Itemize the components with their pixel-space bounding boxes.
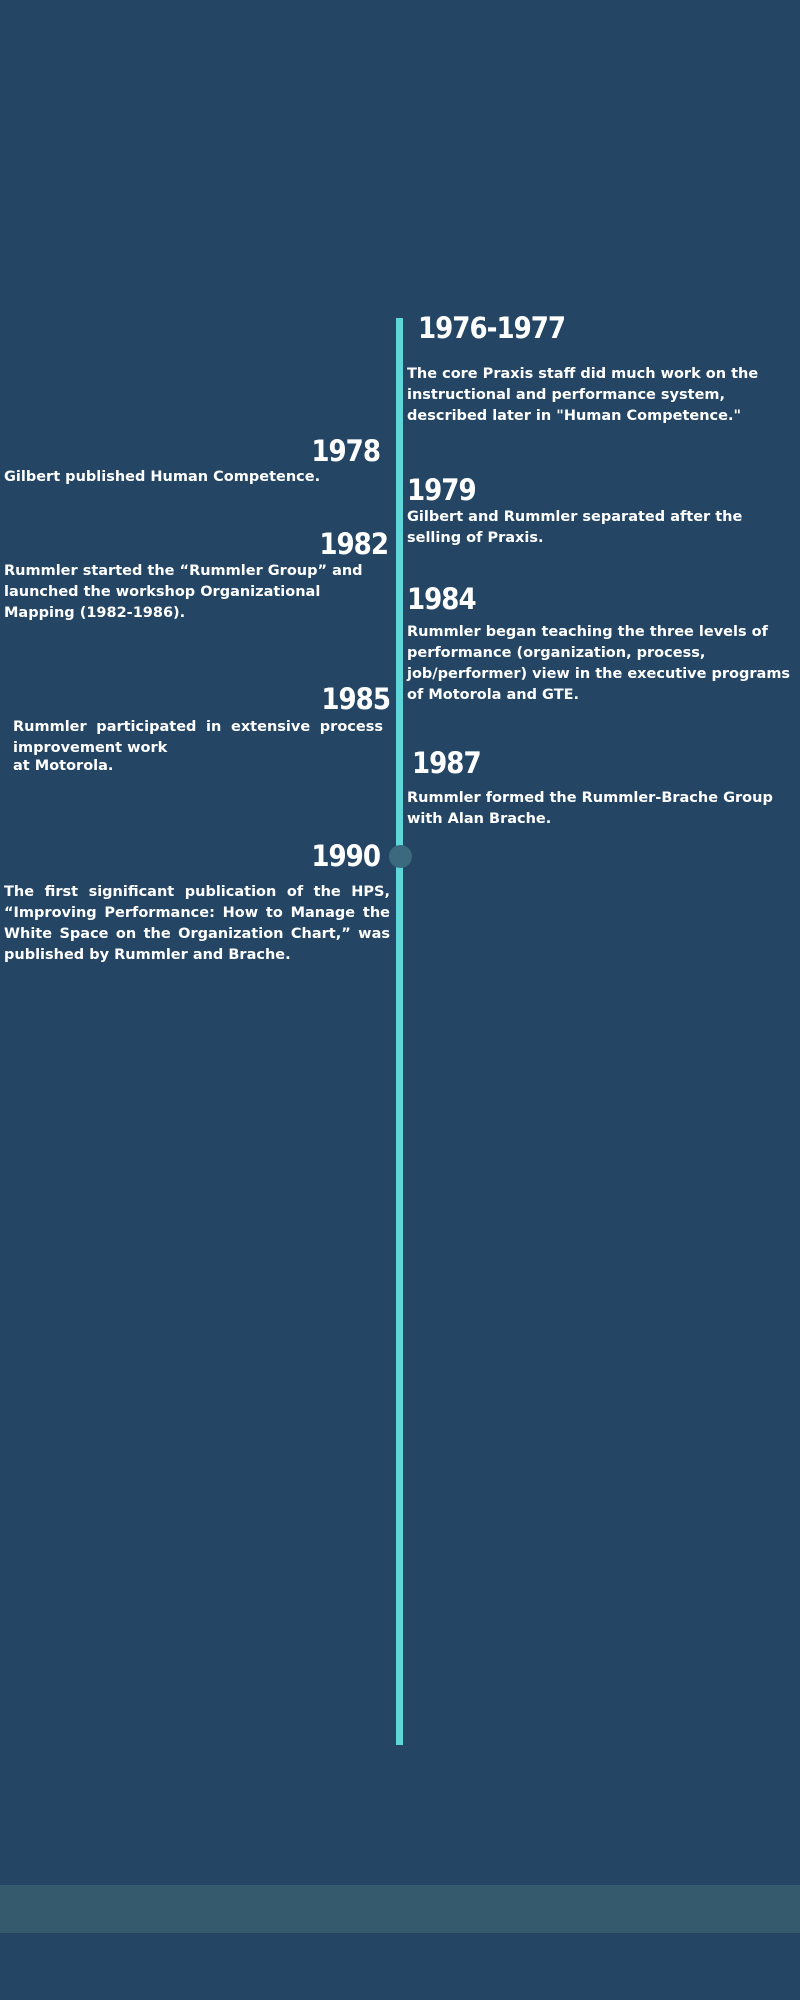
timeline-line xyxy=(396,318,403,1745)
event-year-1990: 1990 xyxy=(311,839,381,873)
event-year-1987: 1987 xyxy=(412,746,482,780)
event-text-1990: The first significant publication of the… xyxy=(4,884,390,963)
event-text-1984: Rummler began teaching the three levels … xyxy=(407,624,791,703)
event-text-1987: Rummler formed the Rummler-Brache Group … xyxy=(407,790,773,827)
footer-band xyxy=(0,1885,800,1933)
event-year-1979: 1979 xyxy=(407,473,477,507)
event-text-1985-line1: Rummler participated in extensive proces… xyxy=(13,719,383,756)
event-text-1979: Gilbert and Rummler separated after the … xyxy=(407,509,743,546)
event-year-1984: 1984 xyxy=(407,582,477,616)
timeline-dot xyxy=(389,845,412,868)
event-year-1982: 1982 xyxy=(319,527,389,561)
event-text-1985-line2: at Motorola. xyxy=(13,758,114,774)
event-text-1982: Rummler started the “Rummler Group” and … xyxy=(4,563,363,621)
event-year-1978: 1978 xyxy=(311,434,381,468)
event-year-1985: 1985 xyxy=(321,682,391,716)
event-text-1976-1977: The core Praxis staff did much work on t… xyxy=(407,366,759,424)
event-text-1978: Gilbert published Human Competence. xyxy=(4,469,321,485)
event-year-1976-1977: 1976-1977 xyxy=(418,311,566,345)
